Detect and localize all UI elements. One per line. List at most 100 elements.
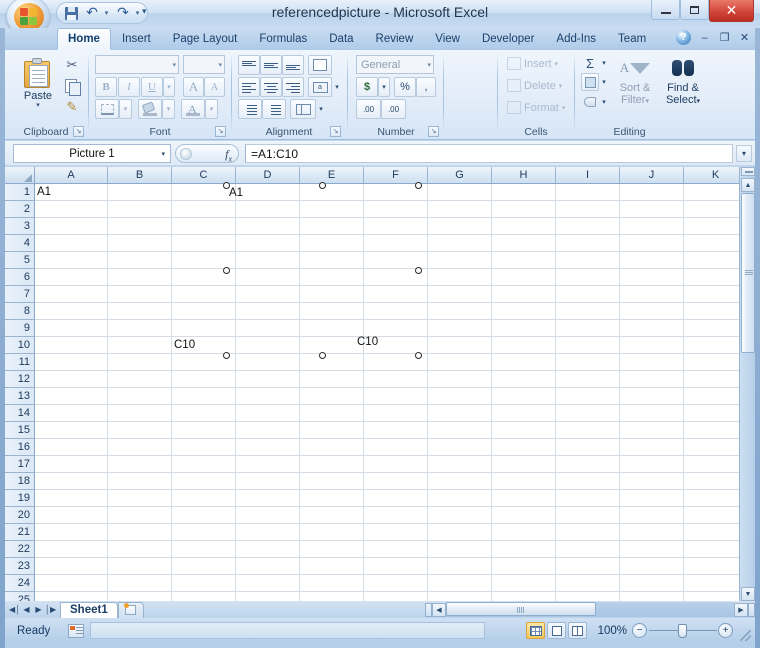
- cell-g21[interactable]: [428, 524, 492, 541]
- cell-f13[interactable]: [364, 388, 428, 405]
- cell-g20[interactable]: [428, 507, 492, 524]
- tab-formulas[interactable]: Formulas: [248, 28, 318, 50]
- linked-picture-object[interactable]: A1C10: [226, 185, 418, 355]
- cell-j23[interactable]: [620, 558, 684, 575]
- cell-f22[interactable]: [364, 541, 428, 558]
- cell-i17[interactable]: [556, 456, 620, 473]
- cell-a16[interactable]: [35, 439, 108, 456]
- resize-handle-nw[interactable]: [223, 182, 230, 189]
- underline-button[interactable]: U: [141, 77, 163, 97]
- cell-c22[interactable]: [172, 541, 236, 558]
- cell-c19[interactable]: [172, 490, 236, 507]
- row-header-9[interactable]: 9: [5, 320, 34, 337]
- row-header-18[interactable]: 18: [5, 473, 34, 490]
- wrap-text-dropdown[interactable]: ▾: [332, 77, 342, 97]
- clear-button[interactable]: [581, 93, 599, 111]
- cell-h8[interactable]: [492, 303, 556, 320]
- horizontal-split-handle[interactable]: [748, 603, 755, 617]
- cell-d16[interactable]: [236, 439, 300, 456]
- cell-g25[interactable]: [428, 592, 492, 601]
- middle-align-button[interactable]: [260, 55, 282, 75]
- cell-i2[interactable]: [556, 201, 620, 218]
- shrink-font-button[interactable]: A: [204, 77, 225, 97]
- cell-i20[interactable]: [556, 507, 620, 524]
- zoom-out-button[interactable]: −: [632, 623, 647, 638]
- row-header-20[interactable]: 20: [5, 507, 34, 524]
- cell-d20[interactable]: [236, 507, 300, 524]
- save-button[interactable]: [61, 4, 81, 22]
- cell-b13[interactable]: [108, 388, 172, 405]
- cell-a20[interactable]: [35, 507, 108, 524]
- cell-i22[interactable]: [556, 541, 620, 558]
- cell-j14[interactable]: [620, 405, 684, 422]
- cell-c14[interactable]: [172, 405, 236, 422]
- tab-add-ins[interactable]: Add-Ins: [545, 28, 607, 50]
- underline-dropdown[interactable]: ▾: [163, 77, 175, 97]
- name-box[interactable]: Picture 1 ▾: [13, 144, 171, 163]
- undo-button[interactable]: ↶: [82, 4, 102, 22]
- cell-d19[interactable]: [236, 490, 300, 507]
- cell-g7[interactable]: [428, 286, 492, 303]
- cell-i1[interactable]: [556, 184, 620, 201]
- find-select-button[interactable]: Find & Select▾: [659, 54, 707, 106]
- merge-center-dropdown[interactable]: ▾: [316, 99, 326, 119]
- cell-c12[interactable]: [172, 371, 236, 388]
- customize-qat-button[interactable]: ▾: [142, 5, 147, 17]
- cell-j2[interactable]: [620, 201, 684, 218]
- cell-a8[interactable]: [35, 303, 108, 320]
- cell-h18[interactable]: [492, 473, 556, 490]
- row-header-24[interactable]: 24: [5, 575, 34, 592]
- resize-handle-sw[interactable]: [223, 352, 230, 359]
- bold-button[interactable]: B: [95, 77, 117, 97]
- cell-i11[interactable]: [556, 354, 620, 371]
- cell-h15[interactable]: [492, 422, 556, 439]
- cell-j7[interactable]: [620, 286, 684, 303]
- row-header-13[interactable]: 13: [5, 388, 34, 405]
- formula-input[interactable]: =A1:C10: [245, 144, 733, 163]
- grow-font-button[interactable]: A: [183, 77, 204, 97]
- vertical-scrollbar[interactable]: ▲ ▼: [739, 167, 755, 601]
- clear-dropdown[interactable]: ▾: [599, 93, 609, 111]
- row-header-19[interactable]: 19: [5, 490, 34, 507]
- cell-a11[interactable]: [35, 354, 108, 371]
- cell-h6[interactable]: [492, 269, 556, 286]
- view-page-layout-button[interactable]: [547, 622, 566, 639]
- cell-g18[interactable]: [428, 473, 492, 490]
- tab-insert[interactable]: Insert: [111, 28, 162, 50]
- select-all-button[interactable]: [5, 167, 35, 184]
- restore-workbook-button[interactable]: ❐: [718, 31, 731, 44]
- fill-button[interactable]: [581, 73, 599, 91]
- cell-i25[interactable]: [556, 592, 620, 601]
- cut-button[interactable]: ✂: [61, 55, 83, 75]
- minimize-ribbon-button[interactable]: –: [698, 32, 711, 44]
- resize-handle-s[interactable]: [319, 352, 326, 359]
- comma-format-button[interactable]: ,: [416, 77, 436, 97]
- resize-handle-ne[interactable]: [415, 182, 422, 189]
- cell-b16[interactable]: [108, 439, 172, 456]
- cell-g12[interactable]: [428, 371, 492, 388]
- scroll-up-button[interactable]: ▲: [741, 178, 755, 192]
- cell-j6[interactable]: [620, 269, 684, 286]
- row-header-14[interactable]: 14: [5, 405, 34, 422]
- cell-j21[interactable]: [620, 524, 684, 541]
- cell-b20[interactable]: [108, 507, 172, 524]
- cell-j11[interactable]: [620, 354, 684, 371]
- zoom-level[interactable]: 100%: [598, 625, 627, 637]
- increase-indent-button[interactable]: [262, 99, 286, 119]
- cell-d24[interactable]: [236, 575, 300, 592]
- cell-c24[interactable]: [172, 575, 236, 592]
- align-left-button[interactable]: [238, 77, 260, 97]
- column-header-g[interactable]: G: [428, 167, 492, 183]
- borders-button[interactable]: [95, 99, 119, 119]
- row-header-3[interactable]: 3: [5, 218, 34, 235]
- cell-i21[interactable]: [556, 524, 620, 541]
- font-color-button[interactable]: A: [181, 99, 205, 119]
- horizontal-scrollbar[interactable]: ◀ ▶: [425, 602, 755, 617]
- cell-c15[interactable]: [172, 422, 236, 439]
- cell-g5[interactable]: [428, 252, 492, 269]
- cell-g2[interactable]: [428, 201, 492, 218]
- resize-handle-e[interactable]: [415, 267, 422, 274]
- cell-e17[interactable]: [300, 456, 364, 473]
- cell-g22[interactable]: [428, 541, 492, 558]
- cell-b1[interactable]: [108, 184, 172, 201]
